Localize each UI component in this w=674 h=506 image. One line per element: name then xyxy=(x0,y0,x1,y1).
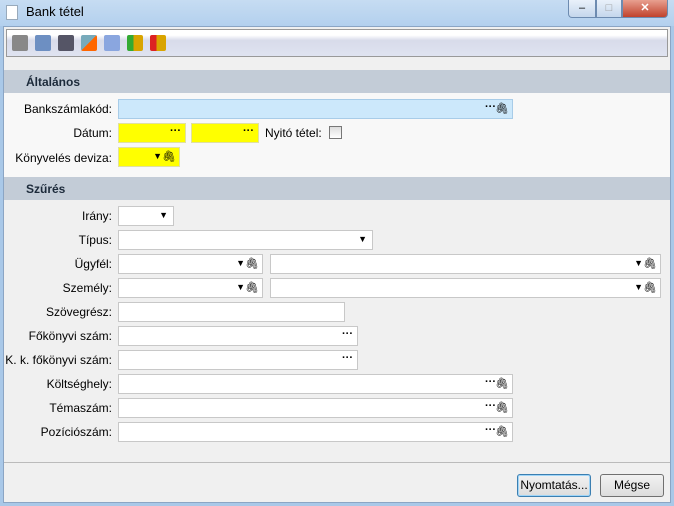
client-label: Ügyfél: xyxy=(74,257,112,271)
browse-icon[interactable]: ··· xyxy=(243,125,254,137)
currency-select[interactable]: ▼ 🖇 xyxy=(118,147,180,167)
direction-label: Irány: xyxy=(81,209,112,223)
chevron-down-icon[interactable]: ▼ xyxy=(236,282,245,292)
bank-account-field[interactable]: ··· 🖇 xyxy=(118,99,513,119)
close-button[interactable]: ✕ xyxy=(622,0,668,18)
clip-icon[interactable]: 🖇 xyxy=(495,401,509,414)
date-from-field[interactable]: ··· xyxy=(118,123,186,143)
coins-green-icon[interactable] xyxy=(127,35,143,51)
clip-icon[interactable]: 🖇 xyxy=(643,257,657,270)
clip-icon[interactable]: 🖇 xyxy=(162,150,176,163)
person-code-select[interactable]: ▼ 🖇 xyxy=(118,278,263,298)
direction-select[interactable]: ▼ xyxy=(118,206,174,226)
type-label: Típus: xyxy=(78,233,112,247)
type-select[interactable]: ▼ xyxy=(118,230,373,250)
calculator-icon[interactable] xyxy=(104,35,120,51)
person-label: Személy: xyxy=(62,281,112,295)
settings-doc-icon[interactable] xyxy=(35,35,51,51)
section-filter: Szűrés xyxy=(4,177,670,200)
chevron-down-icon[interactable]: ▼ xyxy=(634,258,643,268)
clip-icon[interactable]: 🖇 xyxy=(245,257,259,270)
window-title: Bank tétel xyxy=(26,4,84,19)
kk-ledger-label: K. k. főkönyvi szám: xyxy=(5,353,112,367)
coins-red-icon[interactable] xyxy=(150,35,166,51)
clip-icon[interactable]: 🖇 xyxy=(495,377,509,390)
currency-label: Könyvelés deviza: xyxy=(15,151,112,165)
topic-field[interactable]: ··· 🖇 xyxy=(118,398,513,418)
clip-icon[interactable]: 🖇 xyxy=(495,102,509,115)
ledger-field[interactable]: ··· xyxy=(118,326,358,346)
browse-icon[interactable]: ··· xyxy=(170,125,181,137)
chevron-down-icon[interactable]: ▼ xyxy=(236,258,245,268)
clip-icon[interactable]: 🖇 xyxy=(495,425,509,438)
chevron-down-icon[interactable]: ▼ xyxy=(159,210,168,220)
client-name-select[interactable]: ▼ 🖇 xyxy=(270,254,661,274)
clip-icon[interactable]: 🖇 xyxy=(245,281,259,294)
cost-center-label: Költséghely: xyxy=(46,377,112,391)
opening-checkbox[interactable] xyxy=(329,126,342,139)
position-label: Pozíciószám: xyxy=(40,425,112,439)
date-label: Dátum: xyxy=(73,126,112,140)
chevron-down-icon[interactable]: ▼ xyxy=(153,151,162,161)
person-name-select[interactable]: ▼ 🖇 xyxy=(270,278,661,298)
chevron-down-icon[interactable]: ▼ xyxy=(358,234,367,244)
attachment-doc-icon[interactable] xyxy=(58,35,74,51)
ledger-label: Főkönyvi szám: xyxy=(28,329,112,343)
date-to-field[interactable]: ··· xyxy=(191,123,259,143)
text-label: Szövegrész: xyxy=(45,305,112,319)
divider xyxy=(4,462,670,463)
chevron-down-icon[interactable]: ▼ xyxy=(634,282,643,292)
minimize-button[interactable]: ‒ xyxy=(568,0,596,18)
maximize-button[interactable]: □ xyxy=(596,0,622,18)
kk-ledger-field[interactable]: ··· xyxy=(118,350,358,370)
position-field[interactable]: ··· 🖇 xyxy=(118,422,513,442)
bank-account-label: Bankszámlakód: xyxy=(23,102,112,116)
cost-center-field[interactable]: ··· 🖇 xyxy=(118,374,513,394)
cancel-button[interactable]: Mégse xyxy=(600,474,664,497)
client-code-select[interactable]: ▼ 🖇 xyxy=(118,254,263,274)
browse-icon[interactable]: ··· xyxy=(342,328,353,340)
edit-doc-icon[interactable] xyxy=(81,35,97,51)
print-button[interactable]: Nyomtatás... xyxy=(517,474,591,497)
topic-label: Témaszám: xyxy=(49,401,112,415)
section-general: Általános xyxy=(4,70,670,93)
print-icon[interactable] xyxy=(12,35,28,51)
document-icon xyxy=(6,5,18,20)
browse-icon[interactable]: ··· xyxy=(342,352,353,364)
clip-icon[interactable]: 🖇 xyxy=(643,281,657,294)
opening-label: Nyitó tétel: xyxy=(265,126,322,140)
text-field[interactable] xyxy=(118,302,345,322)
